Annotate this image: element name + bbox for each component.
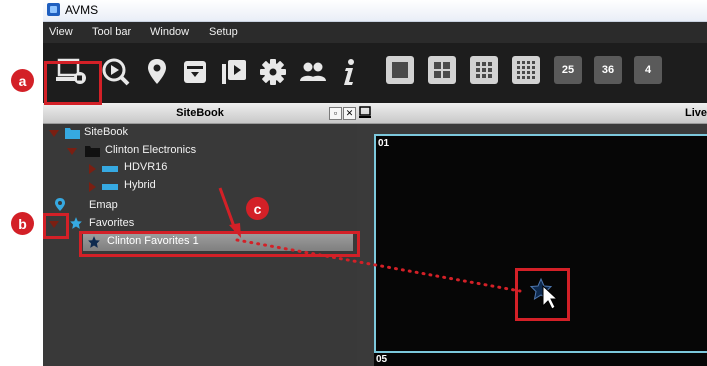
- highlight-box-c: [79, 231, 360, 257]
- app-logo-icon: [47, 3, 60, 16]
- expand-arrow-icon[interactable]: [67, 148, 77, 155]
- star-icon: [70, 217, 82, 229]
- highlight-box-b: [43, 213, 69, 239]
- sitebook-header: SiteBook ▫ ✕: [43, 103, 357, 124]
- tree-item-hdvr16[interactable]: HDVR16: [124, 161, 167, 173]
- live-title: Live: [684, 107, 707, 119]
- map-pin-icon: [55, 198, 65, 211]
- menu-bar: View Tool bar Window Setup: [43, 22, 707, 43]
- camera-cell-05[interactable]: 05: [374, 353, 707, 366]
- gear-icon: [260, 59, 286, 85]
- dvr-device-icon: [102, 166, 118, 172]
- info-icon: [344, 59, 354, 85]
- tree-item-hybrid[interactable]: Hybrid: [124, 179, 156, 191]
- archive-button[interactable]: [178, 55, 212, 89]
- layout-36-button[interactable]: 36: [594, 56, 622, 84]
- layout-1x1-icon: [392, 62, 408, 78]
- window-title: AVMS: [65, 3, 99, 17]
- expand-arrow-icon[interactable]: [49, 130, 59, 137]
- tree-item-favorites[interactable]: Favorites: [89, 217, 134, 229]
- cell-label-05: 05: [376, 354, 388, 365]
- info-button[interactable]: [332, 55, 366, 89]
- callout-c: c: [246, 197, 269, 220]
- toolbar: 25 36 4: [43, 43, 707, 103]
- users-button[interactable]: [296, 55, 330, 89]
- collapse-arrow-icon[interactable]: [89, 182, 96, 192]
- title-bar: AVMS: [43, 0, 707, 22]
- highlight-box-drop: [515, 268, 570, 321]
- dvr-device-icon: [102, 184, 118, 190]
- avms-window: AVMS View Tool bar Window Setup 25 36 4 …: [43, 0, 707, 366]
- layout-more-button[interactable]: 4: [634, 56, 662, 84]
- sitebook-title: SiteBook: [176, 107, 224, 119]
- highlight-box-a: [44, 61, 102, 105]
- video-playlist-icon: [222, 60, 246, 84]
- folder-icon: [85, 146, 100, 157]
- layout-1x1-button[interactable]: [386, 56, 414, 84]
- location-button[interactable]: [140, 55, 174, 89]
- callout-a: a: [11, 69, 34, 92]
- menu-toolbar[interactable]: Tool bar: [92, 26, 131, 38]
- playback-button[interactable]: [99, 55, 133, 89]
- archive-icon: [184, 61, 206, 83]
- layout-2x2-button[interactable]: [428, 56, 456, 84]
- playback-icon: [102, 58, 130, 86]
- layout-4x4-icon: [517, 61, 535, 79]
- layout-25-button[interactable]: 25: [554, 56, 582, 84]
- monitor-small-icon: [359, 106, 371, 118]
- close-icon[interactable]: ✕: [343, 107, 356, 120]
- restore-icon[interactable]: ▫: [329, 107, 342, 120]
- tree-item-clinton-electronics[interactable]: Clinton Electronics: [105, 144, 196, 156]
- layout-3x3-icon: [476, 62, 492, 78]
- live-panel: Live 01 05: [357, 103, 707, 366]
- menu-view[interactable]: View: [49, 26, 73, 38]
- settings-button[interactable]: [256, 55, 290, 89]
- menu-setup[interactable]: Setup: [209, 26, 238, 38]
- layout-4x4-button[interactable]: [512, 56, 540, 84]
- cell-label-01: 01: [378, 138, 390, 149]
- location-pin-icon: [148, 59, 166, 84]
- folder-icon: [65, 128, 80, 139]
- video-playlist-button[interactable]: [217, 55, 251, 89]
- layout-2x2-icon: [434, 62, 450, 78]
- tree-item-sitebook[interactable]: SiteBook: [84, 126, 128, 138]
- collapse-arrow-icon[interactable]: [89, 164, 96, 174]
- tree-item-emap[interactable]: Emap: [89, 199, 118, 211]
- callout-b: b: [11, 212, 34, 235]
- users-icon: [300, 62, 326, 81]
- menu-window[interactable]: Window: [150, 26, 189, 38]
- live-header: Live: [357, 103, 707, 124]
- layout-3x3-button[interactable]: [470, 56, 498, 84]
